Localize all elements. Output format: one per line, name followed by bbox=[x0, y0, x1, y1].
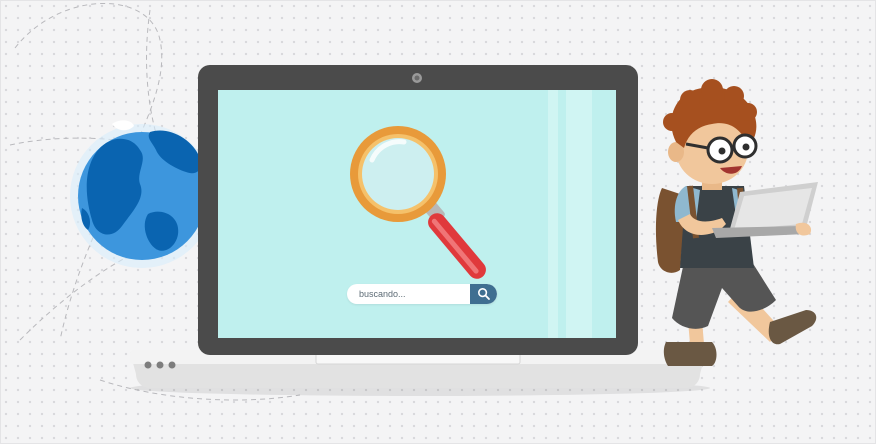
laptop-base bbox=[130, 350, 710, 396]
boy-illustration bbox=[655, 79, 818, 366]
illustration-scene bbox=[9, 2, 818, 401]
search-bar: buscando... bbox=[347, 284, 497, 304]
webcam-icon bbox=[412, 73, 422, 83]
globe-icon bbox=[70, 120, 214, 268]
status-dots-icon bbox=[144, 361, 176, 369]
search-input[interactable]: buscando... bbox=[359, 284, 406, 304]
search-icon bbox=[477, 287, 490, 300]
search-button[interactable] bbox=[470, 284, 497, 304]
